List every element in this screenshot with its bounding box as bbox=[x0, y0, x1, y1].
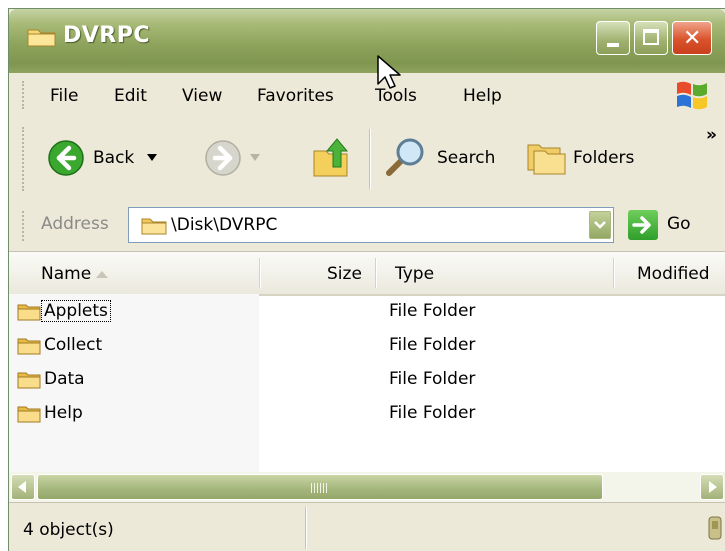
folder-icon bbox=[17, 372, 41, 389]
menu-view[interactable]: View bbox=[182, 86, 222, 106]
folder-icon bbox=[141, 218, 167, 235]
toolbar-separator bbox=[369, 129, 371, 189]
toolbar: Back Search Folders » bbox=[9, 117, 725, 202]
close-button[interactable]: ✕ bbox=[672, 21, 712, 55]
file-name[interactable]: Help bbox=[42, 403, 85, 423]
maximize-icon bbox=[643, 29, 659, 45]
column-divider[interactable] bbox=[613, 258, 615, 288]
grip-icon bbox=[311, 483, 327, 493]
folder-icon bbox=[17, 338, 41, 355]
toolbar-overflow-button[interactable]: » bbox=[706, 125, 717, 145]
scrollbar-thumb[interactable] bbox=[37, 474, 603, 500]
file-row[interactable]: Collect File Folder bbox=[9, 329, 725, 363]
file-row[interactable]: Data File Folder bbox=[9, 363, 725, 397]
windows-logo-icon bbox=[677, 81, 707, 110]
address-grip[interactable] bbox=[22, 211, 27, 241]
file-row[interactable]: Applets File Folder bbox=[9, 295, 725, 329]
minimize-button[interactable] bbox=[596, 21, 630, 55]
file-name[interactable]: Collect bbox=[42, 335, 104, 355]
file-type: File Folder bbox=[389, 335, 476, 355]
mouse-cursor-icon bbox=[377, 55, 401, 89]
column-type[interactable]: Type bbox=[395, 264, 434, 284]
title-bar[interactable]: DVRPC ✕ bbox=[9, 9, 725, 73]
search-button[interactable]: Search bbox=[383, 133, 513, 183]
go-label[interactable]: Go bbox=[667, 214, 691, 234]
column-name[interactable]: Name bbox=[41, 264, 91, 284]
folders-button[interactable]: Folders bbox=[525, 133, 665, 183]
status-zone-icon bbox=[708, 516, 722, 540]
address-bar: Address \Disk\DVRPC Go bbox=[9, 201, 725, 252]
address-label: Address bbox=[41, 214, 109, 234]
scroll-left-button[interactable] bbox=[11, 474, 35, 500]
search-icon bbox=[386, 138, 424, 176]
back-button[interactable]: Back bbox=[47, 133, 197, 183]
forward-icon bbox=[205, 140, 241, 176]
window-title: DVRPC bbox=[63, 23, 150, 48]
status-divider bbox=[305, 507, 307, 549]
address-value: \Disk\DVRPC bbox=[171, 215, 278, 235]
file-row[interactable]: Help File Folder bbox=[9, 397, 725, 431]
folder-icon bbox=[17, 406, 41, 423]
toolbar-grip[interactable] bbox=[22, 127, 27, 191]
file-name[interactable]: Applets bbox=[41, 300, 111, 322]
column-divider[interactable] bbox=[259, 258, 261, 288]
go-arrow-icon bbox=[632, 216, 651, 234]
column-size[interactable]: Size bbox=[327, 264, 362, 284]
menu-bar: File Edit View Favorites Tools Help bbox=[9, 73, 725, 118]
address-field[interactable]: \Disk\DVRPC bbox=[128, 207, 614, 243]
up-folder-button[interactable] bbox=[309, 133, 359, 183]
horizontal-scrollbar[interactable] bbox=[9, 472, 725, 502]
forward-button[interactable] bbox=[204, 133, 294, 183]
scroll-right-button[interactable] bbox=[700, 474, 724, 500]
folders-icon bbox=[527, 144, 566, 175]
close-icon: ✕ bbox=[683, 26, 702, 51]
column-header-row: Name Size Type Modified bbox=[9, 252, 725, 296]
chevron-down-icon bbox=[594, 221, 606, 229]
file-name[interactable]: Data bbox=[42, 369, 87, 389]
chevron-down-icon bbox=[147, 154, 157, 161]
file-type: File Folder bbox=[389, 403, 476, 423]
maximize-button[interactable] bbox=[634, 21, 668, 55]
status-text: 4 object(s) bbox=[23, 520, 114, 540]
folder-icon bbox=[27, 29, 56, 47]
menu-help[interactable]: Help bbox=[463, 86, 502, 106]
explorer-window: DVRPC ✕ File Edit View Favorites Tools H… bbox=[8, 8, 725, 551]
column-modified[interactable]: Modified bbox=[637, 264, 710, 284]
column-divider[interactable] bbox=[375, 258, 377, 288]
chevron-down-icon bbox=[250, 154, 260, 161]
search-label: Search bbox=[437, 148, 496, 168]
file-list[interactable]: Name Size Type Modified Applets File Fol… bbox=[9, 252, 725, 472]
menu-favorites[interactable]: Favorites bbox=[257, 86, 334, 106]
file-type: File Folder bbox=[389, 301, 476, 321]
file-type: File Folder bbox=[389, 369, 476, 389]
menu-edit[interactable]: Edit bbox=[114, 86, 147, 106]
arrow-left-icon bbox=[18, 481, 26, 493]
menu-file[interactable]: File bbox=[50, 86, 78, 106]
status-bar: 4 object(s) bbox=[9, 502, 725, 551]
back-icon bbox=[48, 140, 84, 176]
folders-label: Folders bbox=[573, 148, 635, 168]
arrow-right-icon bbox=[709, 481, 717, 493]
menu-grip[interactable] bbox=[22, 81, 27, 109]
up-folder-icon bbox=[313, 138, 349, 177]
go-button[interactable] bbox=[628, 210, 658, 240]
back-label: Back bbox=[93, 148, 135, 168]
minimize-icon bbox=[607, 43, 619, 47]
folder-icon bbox=[17, 304, 41, 321]
sort-ascending-icon bbox=[96, 271, 108, 278]
address-dropdown-button[interactable] bbox=[589, 211, 611, 239]
